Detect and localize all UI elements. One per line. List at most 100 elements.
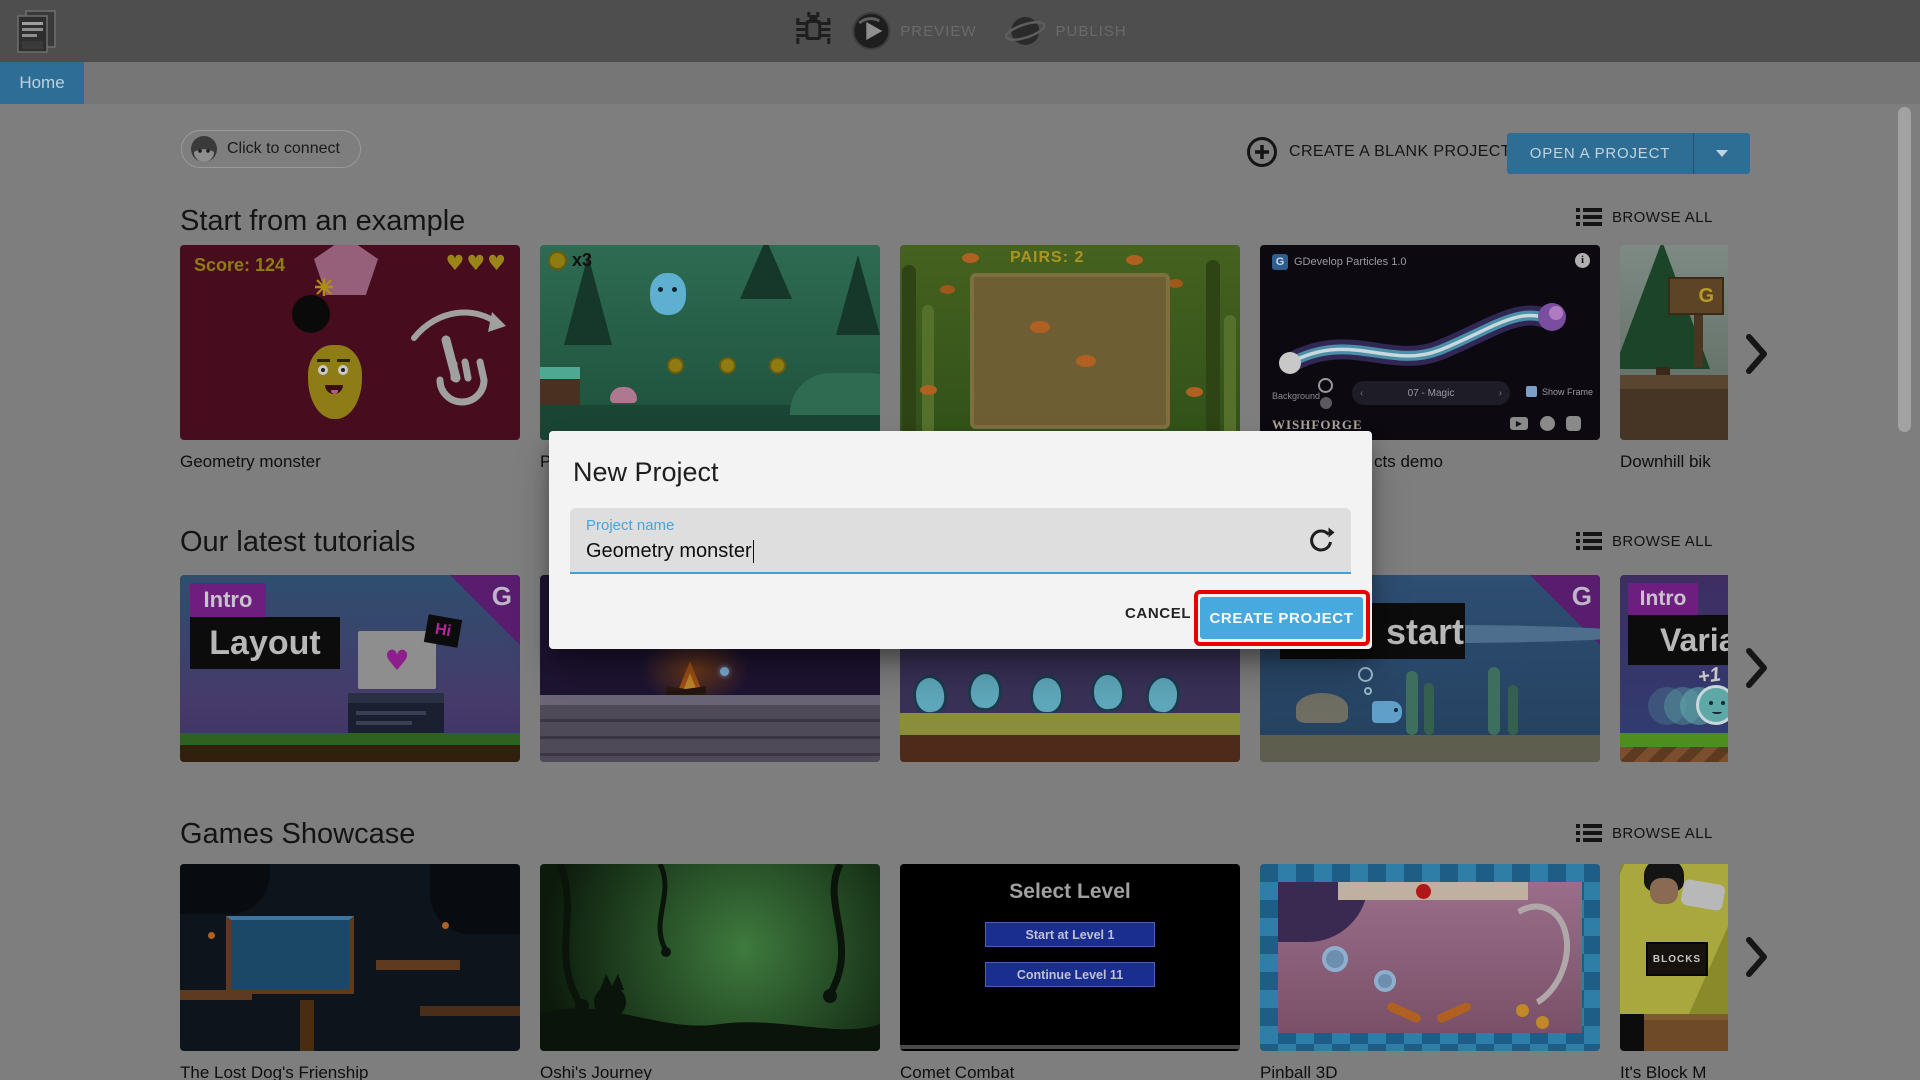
browse-all-showcase[interactable]: BROWSE ALL bbox=[1576, 822, 1713, 844]
open-project-label: OPEN A PROJECT bbox=[1529, 145, 1671, 162]
list-icon bbox=[1576, 532, 1602, 550]
creature bbox=[966, 669, 1004, 713]
browse-all-label: BROWSE ALL bbox=[1612, 532, 1713, 550]
chat-icon bbox=[1566, 416, 1581, 431]
showcase-card-oshi[interactable] bbox=[540, 864, 880, 1051]
pillar bbox=[300, 1000, 314, 1051]
particle-trail bbox=[1279, 303, 1566, 374]
caption-downhill: Downhill bik bbox=[1620, 452, 1711, 471]
chevron-right-icon bbox=[1746, 334, 1767, 374]
project-name-input[interactable]: Project name Geometry monster bbox=[570, 508, 1351, 574]
soil-strip bbox=[900, 735, 1240, 762]
list-icon bbox=[1576, 208, 1602, 226]
info-icon: i bbox=[1575, 253, 1590, 268]
coin bbox=[667, 357, 684, 374]
example-card-particles[interactable]: G GDevelop Particles 1.0 i Background ‹ … bbox=[1260, 245, 1600, 440]
open-project-dropdown[interactable] bbox=[1694, 150, 1750, 157]
chevron-right-icon bbox=[1746, 648, 1767, 688]
gdevelop-logo: G bbox=[1571, 581, 1592, 611]
debug-button[interactable] bbox=[793, 9, 833, 54]
examples-cards: Score: 124 ♥♥♥ x3 PAIRS: 2 G GDevelop Pa… bbox=[180, 245, 1728, 440]
preset-name: 07 - Magic bbox=[1407, 387, 1455, 399]
caption-lost-dog: The Lost Dog's Frienship bbox=[180, 1063, 369, 1080]
caption-geometry-monster: Geometry monster bbox=[180, 452, 321, 471]
tutorials-next-arrow[interactable] bbox=[1742, 646, 1770, 695]
tree-shape bbox=[836, 255, 880, 335]
cancel-button[interactable]: CANCEL bbox=[1125, 605, 1191, 622]
tab-home[interactable]: Home bbox=[0, 62, 84, 104]
bug-icon bbox=[796, 11, 831, 44]
example-card-platformer[interactable]: x3 bbox=[540, 245, 880, 440]
preview-button[interactable]: PREVIEW bbox=[851, 11, 976, 51]
bubble bbox=[1358, 667, 1373, 682]
preset-selector: ‹ 07 - Magic › bbox=[1352, 381, 1510, 405]
project-manager-button[interactable] bbox=[14, 8, 60, 59]
examples-next-arrow[interactable] bbox=[1742, 332, 1770, 381]
play-circle-icon bbox=[852, 12, 891, 50]
list-icon bbox=[1576, 824, 1602, 842]
connect-button[interactable]: Click to connect bbox=[181, 130, 361, 168]
bomb-shape bbox=[292, 295, 330, 333]
sign-letter: G bbox=[1698, 284, 1714, 307]
twitter-icon bbox=[1540, 416, 1555, 431]
example-card-pairs[interactable]: PAIRS: 2 bbox=[900, 245, 1240, 440]
fish bbox=[920, 385, 937, 395]
rock bbox=[1296, 693, 1348, 723]
youtube-icon: ▶ bbox=[1510, 417, 1528, 430]
caption-comet: Comet Combat bbox=[900, 1063, 1015, 1080]
fish-sprite bbox=[1372, 701, 1402, 723]
refresh-icon[interactable] bbox=[1307, 526, 1335, 554]
caption-oshi: Oshi's Journey bbox=[540, 1063, 652, 1080]
scrollbar-thumb[interactable] bbox=[1898, 107, 1911, 432]
player-character bbox=[650, 273, 686, 315]
browse-all-examples[interactable]: BROWSE ALL bbox=[1576, 206, 1713, 228]
fish bbox=[962, 253, 979, 263]
dirt-path bbox=[1620, 375, 1728, 389]
continue-level-button: Continue Level 11 bbox=[985, 962, 1155, 987]
monster-brow bbox=[317, 359, 330, 362]
showcase-cards: Select Level Start at Level 1 Continue L… bbox=[180, 864, 1728, 1051]
project-manager-pages-icon bbox=[17, 10, 56, 53]
character-face bbox=[1650, 878, 1678, 904]
torch-light bbox=[442, 922, 449, 929]
showcase-card-pinball[interactable] bbox=[1260, 864, 1600, 1051]
publish-button[interactable]: PUBLISH bbox=[1004, 11, 1126, 51]
browse-all-label: BROWSE ALL bbox=[1612, 208, 1713, 226]
swipe-gesture-icon bbox=[411, 309, 506, 406]
showcase-card-comet[interactable]: Select Level Start at Level 1 Continue L… bbox=[900, 864, 1240, 1051]
example-card-geometry-monster[interactable]: Score: 124 ♥♥♥ bbox=[180, 245, 520, 440]
monster-brow bbox=[337, 359, 350, 362]
section-title-examples: Start from an example bbox=[180, 205, 466, 237]
fish-card bbox=[1076, 355, 1096, 367]
intro-badge: Intro bbox=[1628, 583, 1698, 615]
showcase-card-lost-dog[interactable] bbox=[180, 864, 520, 1051]
flipper-right bbox=[1435, 1001, 1473, 1024]
coin-counter: x3 bbox=[572, 250, 593, 270]
main-toolbar: PREVIEW PUBLISH bbox=[0, 0, 1920, 62]
fish-card bbox=[1030, 321, 1050, 333]
dirt-strip bbox=[180, 745, 520, 762]
dialog-title: New Project bbox=[573, 457, 719, 487]
example-card-downhill[interactable]: G bbox=[1620, 245, 1728, 440]
create-blank-project-button[interactable]: CREATE A BLANK PROJECT bbox=[1246, 136, 1511, 168]
showcase-row: Select Level Start at Level 1 Continue L… bbox=[180, 864, 1728, 1051]
tutorial-card-variables[interactable]: Intro Variab +1 bbox=[1620, 575, 1728, 762]
browse-all-tutorials[interactable]: BROWSE ALL bbox=[1576, 530, 1713, 552]
score-text: Score: 124 bbox=[194, 255, 286, 275]
seaweed bbox=[1206, 260, 1220, 440]
lane-arc bbox=[1471, 891, 1585, 1023]
showcase-card-blocks[interactable]: BLOCKS bbox=[1620, 864, 1728, 1051]
tutorial-card-layout[interactable]: G Intro Layout ♥ Hi bbox=[180, 575, 520, 762]
seaweed bbox=[902, 265, 916, 440]
fish bbox=[1168, 279, 1183, 288]
hill bbox=[790, 373, 880, 415]
seaweed bbox=[922, 305, 934, 440]
plus-circle-icon bbox=[1247, 137, 1277, 167]
layout-word: Layout bbox=[190, 617, 340, 669]
showcase-next-arrow[interactable] bbox=[1742, 935, 1770, 984]
open-project-button[interactable]: OPEN A PROJECT bbox=[1507, 133, 1750, 174]
toolbar-center-group: PREVIEW PUBLISH bbox=[793, 11, 1126, 51]
start-level-button: Start at Level 1 bbox=[985, 922, 1155, 947]
gdevelop-logo: G bbox=[491, 581, 512, 611]
light-dot bbox=[1516, 1004, 1529, 1017]
